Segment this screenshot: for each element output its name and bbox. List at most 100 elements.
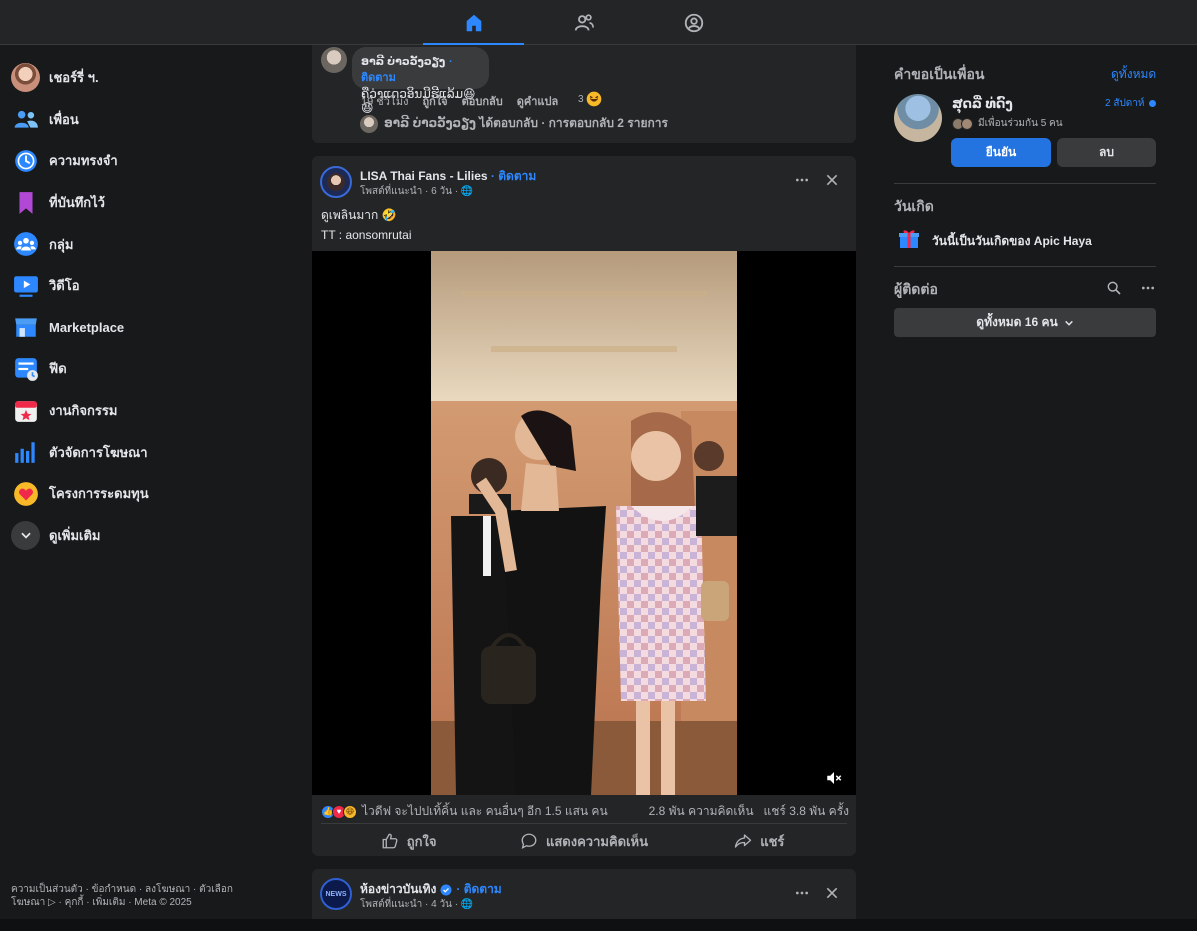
ads-manager-icon [14, 442, 35, 463]
hide-post-button[interactable] [820, 881, 844, 905]
contacts-options-button[interactable] [1140, 280, 1156, 296]
sidebar-item-memories[interactable]: ความทรงจำ [0, 140, 290, 182]
avatar [360, 114, 378, 133]
sidebar-item-label: กลุ่ม [49, 236, 74, 252]
mutual-friends-text: มีเพื่อนร่วมกัน 5 คน [978, 118, 1063, 129]
haha-reaction-icon [586, 91, 601, 107]
sidebar-item-ads-manager[interactable]: ตัวจัดการโฆษณา [0, 431, 290, 473]
profile-icon [684, 13, 703, 32]
search-contacts-button[interactable] [1106, 280, 1122, 296]
avatar [961, 117, 973, 130]
post-options-button[interactable] [790, 168, 814, 192]
confirm-button[interactable]: ยืนยัน [951, 138, 1051, 167]
reactions-summary[interactable]: ไวดีฟ จะไปปเทิ้คิ้น และ คนอื่นๆ อีก 1.5 … [362, 802, 608, 821]
comment-meta: 19 ชั่วโมง ถูกใจ ตอบกลับ ดูคำแปล [361, 92, 558, 110]
tab-profile[interactable] [643, 0, 744, 45]
see-all-contacts-button[interactable]: ดูทั้งหมด 16 คน [894, 308, 1156, 337]
avatar[interactable] [894, 94, 942, 142]
post-video[interactable] [312, 251, 856, 795]
post-text: ดูเพลินมาก 🤣 [321, 208, 397, 222]
page-name[interactable]: LISA Thai Fans - Lilies [360, 169, 488, 183]
home-icon [466, 14, 481, 31]
sidebar-item-fundraisers[interactable]: โครงการระดมทุน [0, 473, 290, 515]
sidebar-item-label: โครงการระดมทุน [49, 486, 149, 502]
sidebar-item-events[interactable]: งานกิจกรรม [0, 390, 290, 432]
sidebar-see-more[interactable]: ดูเพิ่มเติม [0, 515, 290, 557]
sidebar-item-label: วิดีโอ [49, 278, 80, 294]
requester-name[interactable]: ສຸດລີ່ ທ່ດົງ [952, 96, 1013, 112]
sidebar-item-label: ตัวจัดการโฆษณา [49, 444, 148, 460]
shares-count[interactable]: แชร์ 3.8 พัน ครั้ง [764, 802, 849, 821]
sidebar-see-more-label: ดูเพิ่มเติม [49, 527, 101, 543]
sidebar-item-saved[interactable]: ที่บันทึกไว้ [0, 182, 290, 224]
share-label: แชร์ [760, 833, 785, 849]
post-subtitle: โพสต์ที่แนะนำ · 4 วัน · 🌐 [360, 899, 474, 910]
more-horizontal-icon [1142, 286, 1154, 290]
comment-time[interactable]: 19 ชั่วโมง [361, 92, 408, 110]
sidebar-item-marketplace[interactable]: Marketplace [0, 307, 290, 349]
contacts-title: ผู้ติดต่อ [894, 281, 938, 297]
tab-friends[interactable] [533, 0, 634, 45]
delete-button[interactable]: ลบ [1057, 138, 1156, 167]
sidebar-item-groups[interactable]: กลุ่ม [0, 223, 290, 265]
close-icon [826, 887, 838, 899]
share-button[interactable]: แชร์ [672, 827, 847, 855]
sidebar-item-profile[interactable]: เชอร์รี่ ฯ. [0, 57, 290, 99]
saved-icon [19, 191, 32, 214]
sidebar-item-friends[interactable]: เพื่อน [0, 99, 290, 141]
top-nav [0, 0, 1197, 46]
events-icon [14, 400, 37, 422]
like-label: ถูกใจ [406, 833, 437, 849]
page-avatar[interactable]: NEWS [320, 878, 352, 910]
comment-translate-button[interactable]: ดูคำแปล [517, 92, 559, 110]
avatar [11, 63, 40, 93]
friend-requests-title: คำขอเป็นเพื่อน [894, 66, 985, 82]
sidebar-item-label: ความทรงจำ [49, 153, 118, 169]
comment-bubble: ອາລີ ບ່າວວັງວຽງ · ติดตาม ຄືວ່າແດວອິນມີຮີ… [352, 47, 489, 115]
mute-button[interactable] [825, 769, 843, 787]
sidebar-item-video[interactable]: วิดีโอ [0, 265, 290, 307]
gift-icon [897, 226, 921, 250]
view-replies[interactable]: ອາລີ ບ່າວວັງວຽງ ได้ตอบกลับ · การตอบกลับ … [360, 114, 668, 133]
post-actions: ถูกใจ แสดงความคิดเห็น แชร์ [321, 827, 847, 855]
tab-home[interactable] [423, 0, 524, 46]
comment-author[interactable]: ອາລີ ບ່າວວັງວຽງ [361, 56, 445, 68]
follow-link[interactable]: · ติดตาม [491, 169, 536, 183]
chevron-down-icon [11, 520, 40, 550]
left-sidebar: เชอร์รี่ ฯ. เพื่อน ความทรงจำ ที่บันทึกไว… [0, 57, 290, 556]
avatar[interactable] [321, 47, 347, 73]
chevron-down-icon [1064, 320, 1073, 326]
groups-icon [13, 232, 38, 257]
feeds-icon [14, 358, 38, 381]
thumbs-up-icon [382, 833, 398, 849]
comment-reaction-count[interactable]: 3 [578, 91, 602, 107]
memories-icon [14, 150, 37, 172]
friends-icon [14, 111, 38, 129]
sidebar-item-label: ที่บันทึกไว้ [49, 195, 105, 211]
footer-links[interactable]: ความเป็นส่วนตัว · ข้อกำหนด · ลงโฆษณา · ต… [11, 883, 261, 909]
comments-count[interactable]: 2.8 พัน ความคิดเห็น [649, 802, 754, 821]
post-subtitle: โพสต์ที่แนะนำ · 6 วัน · 🌐 [360, 186, 474, 197]
profile-name: เชอร์รี่ ฯ. [49, 70, 99, 86]
comment-icon [521, 833, 537, 850]
hide-post-button[interactable] [820, 168, 844, 192]
page-avatar[interactable] [320, 166, 352, 198]
see-all-requests-link[interactable]: ดูทั้งหมด [1111, 65, 1156, 84]
post-options-button[interactable] [790, 881, 814, 905]
comment-like-button[interactable]: ถูกใจ [422, 92, 447, 110]
reaction-count: 3 [578, 93, 584, 105]
sidebar-item-label: เพื่อน [49, 111, 79, 127]
request-time: 2 สัปดาห์ [1105, 96, 1156, 111]
more-horizontal-icon [796, 178, 808, 182]
comment-reply-button[interactable]: ตอบกลับ [462, 92, 503, 110]
sidebar-item-label: ฟีด [49, 361, 67, 377]
close-icon [826, 174, 838, 186]
comment-button[interactable]: แสดงความคิดเห็น [496, 827, 671, 855]
sidebar-item-label: งานกิจกรรม [49, 403, 118, 419]
mutual-friends: มีเพื่อนร่วมกัน 5 คน [952, 116, 1063, 131]
reaction-icons[interactable]: 👍 ♥ 😆 [321, 804, 357, 819]
birthday-text[interactable]: วันนี้เป็นวันเกิดของ Apic Haya [932, 232, 1092, 251]
divider [894, 183, 1156, 184]
like-button[interactable]: ถูกใจ [321, 827, 496, 855]
sidebar-item-feeds[interactable]: ฟีด [0, 348, 290, 390]
